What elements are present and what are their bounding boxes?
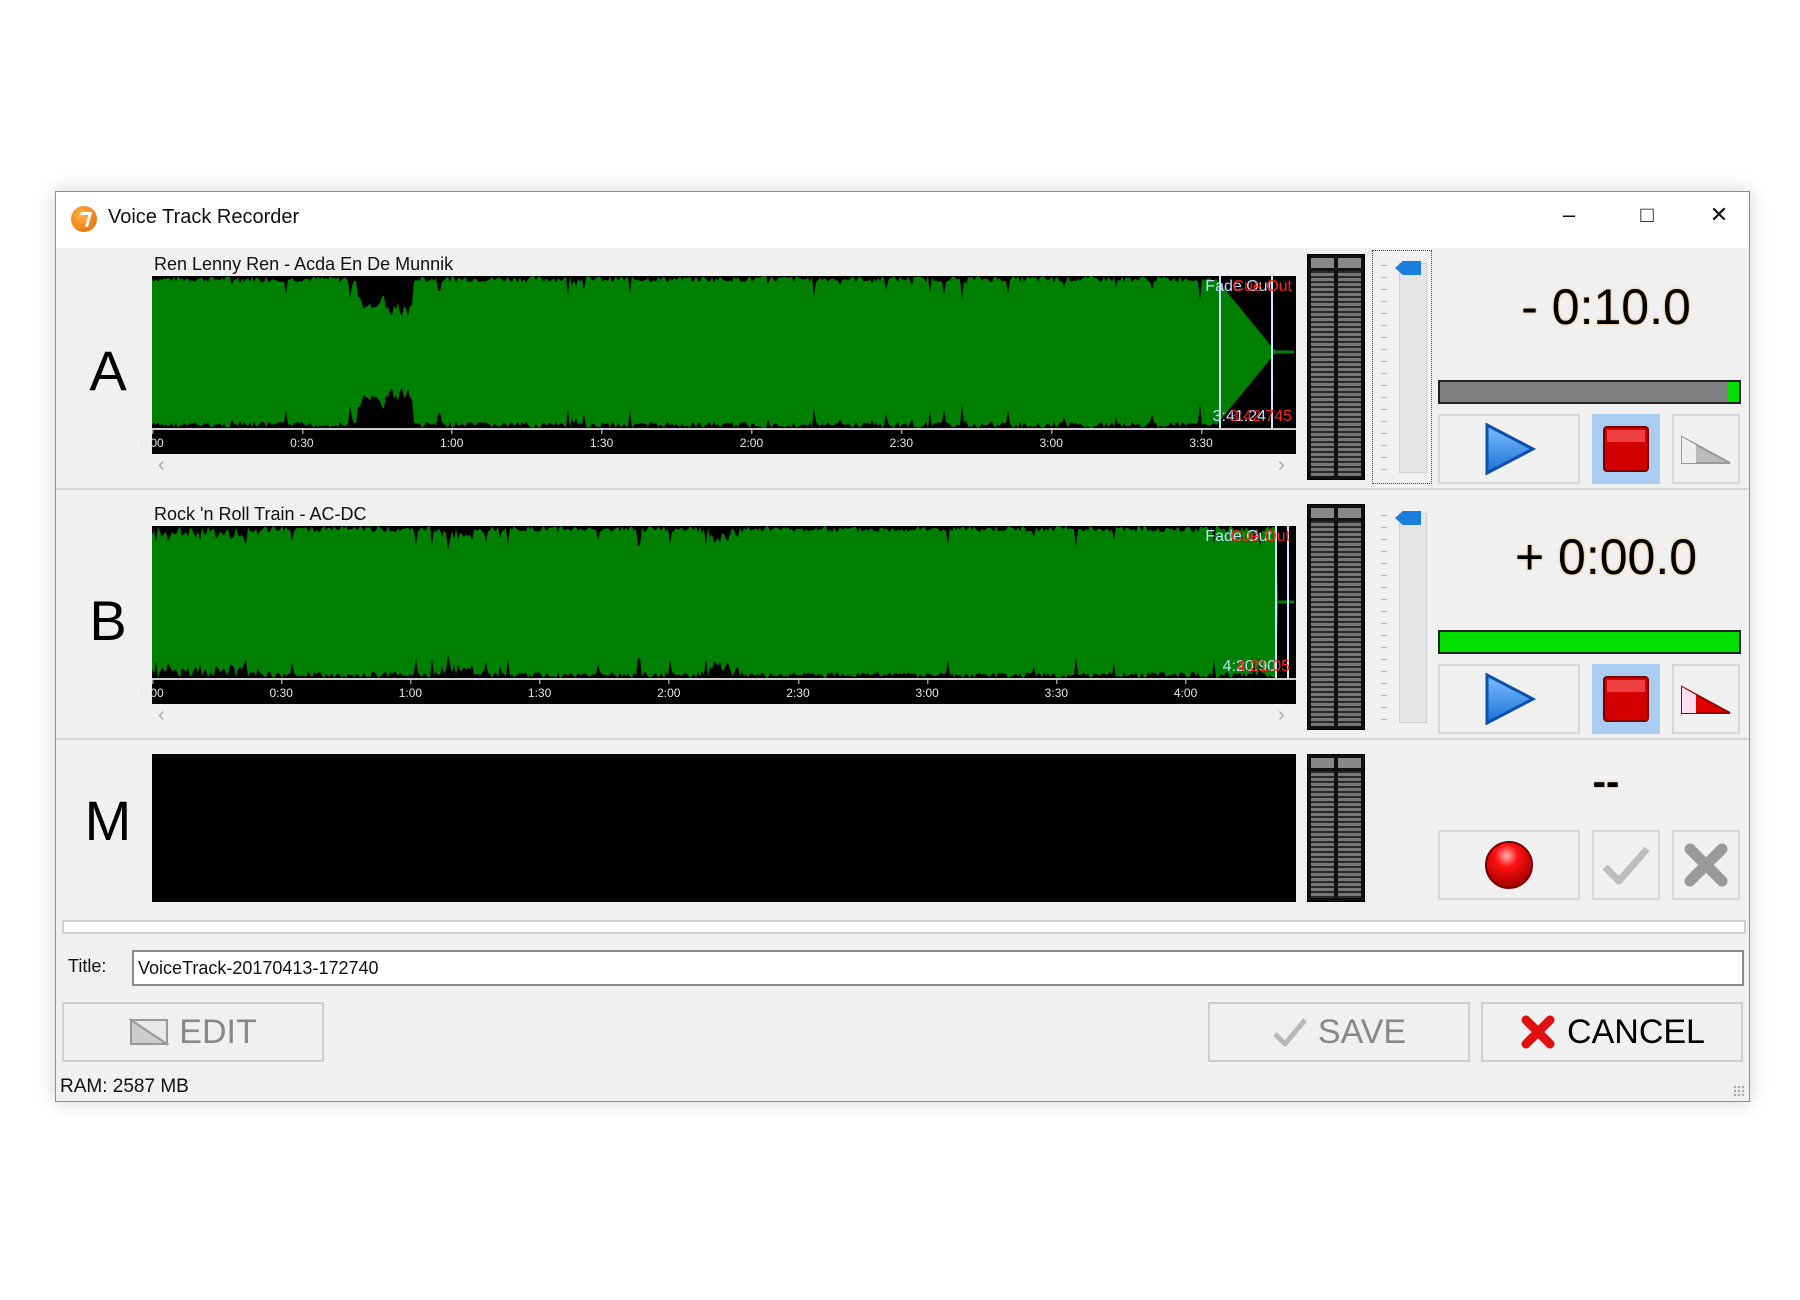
cancel-x-icon xyxy=(1521,1015,1555,1049)
edit-label: EDIT xyxy=(179,1012,257,1051)
level-meter xyxy=(1307,254,1365,480)
scroll-left-icon[interactable]: ‹ xyxy=(158,454,165,477)
time-display: -- xyxy=(1592,760,1620,804)
timeline-tick: 0:30 xyxy=(290,429,314,450)
mic-level-meter xyxy=(1307,754,1365,902)
timeline-ruler[interactable]: 0:00 0:30 1:00 1:30 2:00 2:30 3:00 3:30 4:00 xyxy=(140,678,1296,704)
timeline-tick: 3:30 xyxy=(1045,679,1068,700)
record-icon xyxy=(1485,841,1533,889)
waveform-display[interactable]: Fade Out Cue Out 3:41.24 3:42.745 xyxy=(152,276,1296,428)
maximize-icon: □ xyxy=(1640,202,1654,227)
edit-button[interactable]: EDIT xyxy=(62,1002,324,1062)
cancel-button[interactable]: CANCEL xyxy=(1481,1002,1743,1062)
title-input[interactable] xyxy=(132,950,1744,986)
app-logo-icon xyxy=(71,206,97,232)
volume-slider[interactable] xyxy=(1372,250,1432,484)
track-name: Ren Lenny Ren - Acda En De Munnik xyxy=(154,254,454,274)
timeline-tick: 1:00 xyxy=(399,679,422,700)
stop-icon xyxy=(1603,676,1649,722)
save-label: SAVE xyxy=(1317,1012,1407,1051)
stop-button[interactable] xyxy=(1592,414,1660,484)
resize-grip-icon[interactable] xyxy=(1733,1085,1745,1097)
close-button[interactable]: ✕ xyxy=(1690,192,1748,238)
play-button[interactable] xyxy=(1438,414,1580,484)
play-button[interactable] xyxy=(1438,664,1580,734)
mic-panel: M -- xyxy=(56,748,1749,904)
save-button[interactable]: SAVE xyxy=(1208,1002,1470,1062)
waveform xyxy=(152,276,1294,428)
checkmark-icon xyxy=(1602,846,1650,885)
stop-button[interactable] xyxy=(1592,664,1660,734)
timeline-tick: 1:00 xyxy=(440,429,463,450)
deck-a-panel: A Ren Lenny Ren - Acda En De Munnik Fade… xyxy=(56,248,1749,490)
discard-button[interactable] xyxy=(1672,830,1740,900)
fade-button[interactable] xyxy=(1672,414,1740,484)
progress-bar xyxy=(1438,630,1741,654)
time-display: + 0:00.0 xyxy=(1514,529,1698,585)
deck-b-panel: B Rock 'n Roll Train - AC-DC Fade Out Cu… xyxy=(56,498,1749,740)
timeline-tick: 2:00 xyxy=(740,429,763,450)
stop-icon xyxy=(1603,426,1649,472)
waveform xyxy=(152,526,1294,678)
title-bar[interactable]: Voice Track Recorder – □ ✕ xyxy=(56,192,1749,248)
accept-button[interactable] xyxy=(1592,830,1660,900)
cue-out-time: 4:21.05 xyxy=(1236,658,1290,675)
waveform-display[interactable]: Fade Out Cue Out 4:20.90 4:21.05 xyxy=(152,526,1296,678)
timeline-tick: 0:00 xyxy=(140,429,164,450)
timeline-tick: 2:00 xyxy=(657,679,680,700)
play-icon xyxy=(1485,422,1537,476)
waveform-shape xyxy=(152,276,1294,428)
ram-status: RAM: 2587 MB xyxy=(60,1076,189,1097)
record-button[interactable] xyxy=(1438,830,1580,900)
cue-out-label: Cue Out xyxy=(1232,278,1292,295)
track-name: Rock 'n Roll Train - AC-DC xyxy=(154,504,367,524)
fade-out-disabled-icon xyxy=(1681,435,1731,464)
time-display: - 0:10.0 xyxy=(1521,279,1691,335)
close-icon: ✕ xyxy=(1709,202,1729,227)
deck-letter: A xyxy=(89,339,127,402)
timeline-tick: 1:30 xyxy=(590,429,613,450)
deck-letter: B xyxy=(89,589,127,652)
timeline-ruler[interactable]: 0:00 0:30 1:00 1:30 2:00 2:30 3:00 3:30 xyxy=(140,428,1296,454)
maximize-button[interactable]: □ xyxy=(1612,192,1682,238)
timeline-tick: 0:00 xyxy=(140,679,164,700)
minimize-icon: – xyxy=(1562,202,1576,227)
voice-track-recorder-window: Voice Track Recorder – □ ✕ A Ren Lenny R… xyxy=(55,191,1750,1102)
minimize-button[interactable]: – xyxy=(1534,192,1604,238)
window-title: Voice Track Recorder xyxy=(108,206,300,228)
timeline-tick: 3:00 xyxy=(915,679,939,700)
level-meter xyxy=(1307,504,1365,730)
timeline-tick: 1:30 xyxy=(528,679,551,700)
scroll-left-icon[interactable]: ‹ xyxy=(158,704,165,727)
timeline-tick: 0:30 xyxy=(270,679,293,700)
volume-slider[interactable] xyxy=(1372,500,1432,734)
fade-out-active-icon xyxy=(1681,685,1731,714)
cancel-label: CANCEL xyxy=(1567,1012,1705,1051)
timeline-tick: 3:00 xyxy=(1040,429,1063,450)
horizontal-scrollbar[interactable] xyxy=(62,920,1746,934)
deck-letter: M xyxy=(84,789,132,852)
cue-out-time: 3:42.745 xyxy=(1229,408,1292,425)
title-label: Title: xyxy=(68,956,107,976)
scroll-right-icon[interactable]: › xyxy=(1278,454,1285,477)
timeline-tick: 3:30 xyxy=(1189,429,1213,450)
progress-fill xyxy=(1440,632,1739,652)
progress-bar xyxy=(1438,380,1741,404)
scroll-right-icon[interactable]: › xyxy=(1278,704,1285,727)
recording-waveform xyxy=(152,754,1296,902)
fade-button[interactable] xyxy=(1672,664,1740,734)
play-icon xyxy=(1485,672,1537,726)
edit-icon xyxy=(129,1018,170,1046)
waveform-shape xyxy=(152,526,1294,678)
timeline-tick: 2:30 xyxy=(890,429,913,450)
timeline-tick: 4:00 xyxy=(1174,679,1197,700)
cue-out-label: Cue Out xyxy=(1230,528,1290,545)
checkmark-icon xyxy=(1273,1018,1307,1047)
timeline-tick: 2:30 xyxy=(786,679,810,700)
progress-fill xyxy=(1727,382,1739,402)
x-icon xyxy=(1684,843,1728,887)
